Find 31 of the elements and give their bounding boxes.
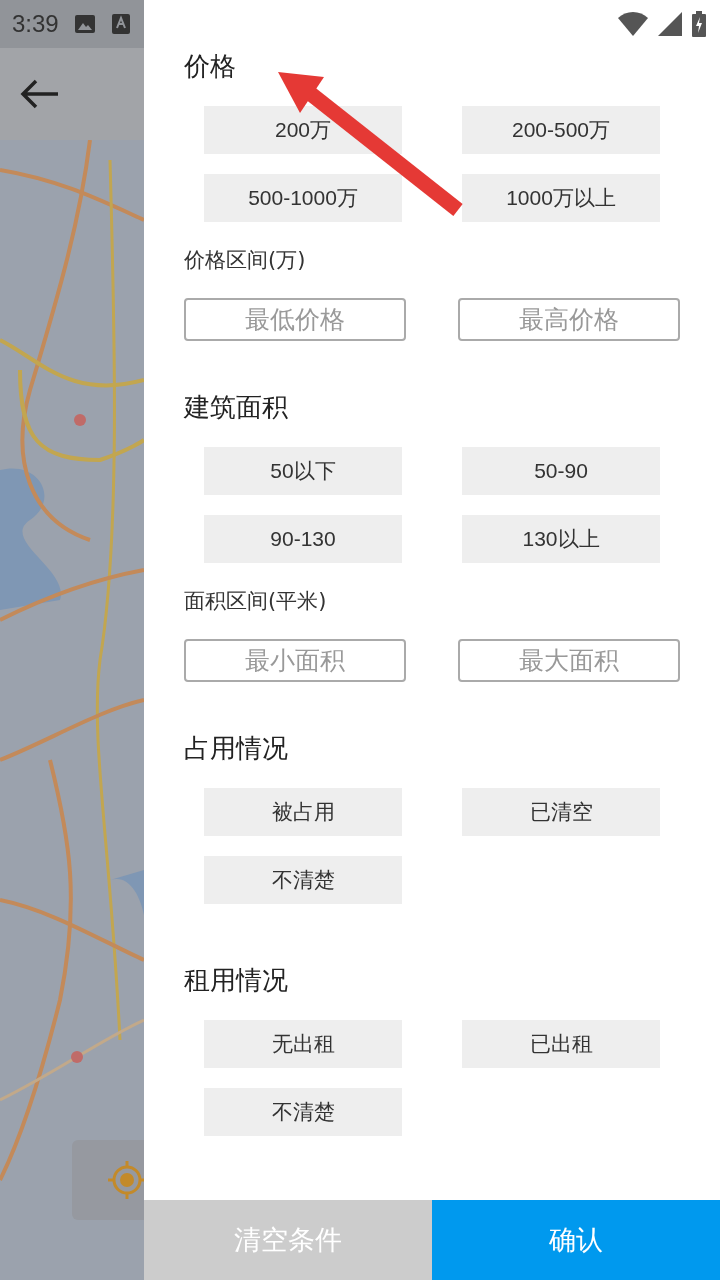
filter-option[interactable]: 500-1000万 (204, 174, 402, 222)
filter-option[interactable]: 不清楚 (204, 856, 402, 904)
section-title: 占用情况 (184, 732, 289, 765)
input-field[interactable]: 最小面积 (184, 639, 406, 682)
range-label: 面积区间(平米) (184, 588, 328, 615)
input-field[interactable]: 最低价格 (184, 298, 406, 341)
target-icon (108, 1161, 144, 1199)
image-icon (72, 12, 97, 36)
filter-option[interactable]: 200-500万 (462, 106, 660, 154)
filter-option[interactable]: 1000万以上 (462, 174, 660, 222)
filter-option[interactable]: 不清楚 (204, 1088, 402, 1136)
filter-option[interactable]: 无出租 (204, 1020, 402, 1068)
filter-option[interactable]: 被占用 (204, 788, 402, 836)
filter-option[interactable]: 已出租 (462, 1020, 660, 1068)
signal-icon (658, 12, 682, 36)
filter-option[interactable]: 已清空 (462, 788, 660, 836)
wifi-icon (618, 12, 648, 36)
section-title: 建筑面积 (184, 391, 289, 424)
status-time: 3:39 (12, 10, 59, 38)
section-title: 租用情况 (184, 964, 289, 997)
battery-icon (692, 11, 706, 37)
keyboard-icon (110, 12, 131, 36)
filter-option[interactable]: 50-90 (462, 447, 660, 495)
range-label: 价格区间(万) (184, 247, 307, 274)
filter-option[interactable]: 90-130 (204, 515, 402, 563)
filter-option[interactable]: 130以上 (462, 515, 660, 563)
back-icon[interactable] (20, 78, 60, 110)
input-field[interactable]: 最大面积 (458, 639, 680, 682)
input-field[interactable]: 最高价格 (458, 298, 680, 341)
section-title: 价格 (184, 50, 237, 83)
filter-option[interactable]: 50以下 (204, 447, 402, 495)
